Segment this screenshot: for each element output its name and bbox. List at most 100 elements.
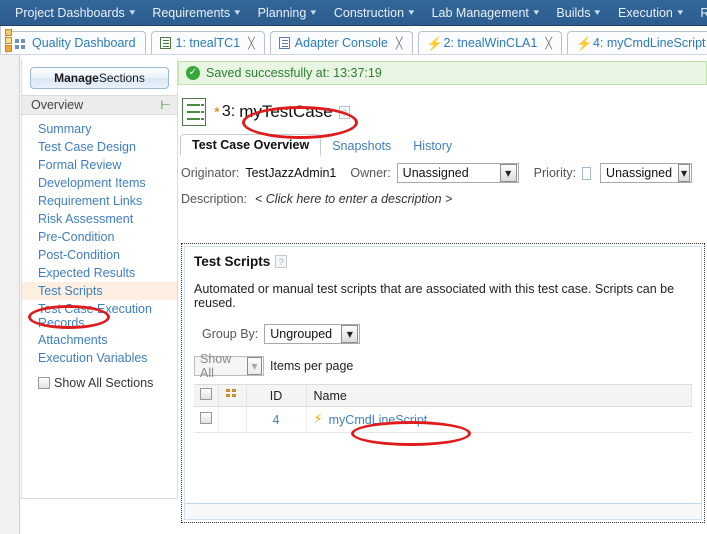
manage-sections-rest-label: Sections	[98, 71, 145, 85]
tab-label: 4: myCmdLineScript	[592, 36, 706, 50]
manage-sections-button[interactable]: Manage Sections	[30, 67, 169, 89]
sidebar-item-test-case-execution-records[interactable]: Test Case Execution Records	[22, 300, 177, 331]
tab-history[interactable]: History	[402, 136, 463, 156]
top-navigation-bar: Project Dashboards ▾ Requirements ▾ Plan…	[0, 0, 707, 26]
select-all-checkbox[interactable]	[199, 388, 212, 400]
originator-label: Originator:	[181, 166, 240, 180]
subtab-label: History	[413, 139, 453, 153]
row-checkbox[interactable]	[199, 412, 212, 424]
table-header-id-label: ID	[269, 388, 283, 403]
table-header-id[interactable]: ID	[246, 384, 307, 407]
sidebar-item-requirement-links[interactable]: Requirement Links	[22, 192, 177, 210]
sidebar-item-label: Post-Condition	[38, 248, 120, 262]
tab-strip-launcher[interactable]	[0, 26, 12, 54]
topnav-label: Project Dashboards	[15, 5, 125, 20]
topnav-item-lab-management[interactable]: Lab Management ▾	[423, 6, 548, 20]
sidebar-item-post-condition[interactable]: Post-Condition	[22, 246, 177, 264]
lightning-bolt-icon: ⚡	[575, 35, 593, 51]
column-chooser-icon	[225, 388, 239, 401]
group-by-select[interactable]: Ungrouped ▼	[264, 324, 361, 344]
test-scripts-panel: Test Scripts ? Automated or manual test …	[181, 243, 705, 523]
main-content: ✓ Saved successfully at: 13:37:19 * 3: m…	[178, 55, 707, 534]
lightning-bolt-icon: ⚡	[426, 35, 443, 51]
test-scripts-description: Automated or manual test scripts that ar…	[194, 282, 675, 310]
row-select-cell[interactable]	[194, 406, 219, 433]
tab-tnealtc1[interactable]: 1: tnealTC1 ╳	[150, 31, 265, 54]
topnav-item-planning[interactable]: Planning ▾	[249, 6, 325, 20]
sidebar-item-label: Formal Review	[38, 158, 122, 172]
description-placeholder[interactable]: < Click here to enter a description >	[255, 192, 452, 206]
close-icon[interactable]: ╳	[396, 37, 403, 50]
tab-label: Adapter Console	[294, 36, 388, 50]
close-icon[interactable]: ╳	[248, 37, 255, 50]
sidebar-section-header-label: Overview	[31, 98, 84, 112]
items-per-page-row: Show All ▼ Items per page	[185, 344, 701, 380]
row-id-cell[interactable]: 4	[246, 406, 307, 433]
sidebar-item-summary[interactable]: Summary	[22, 120, 177, 138]
description-label: Description:	[181, 192, 247, 206]
table-row[interactable]: 4 ⚡ myCmdLineScript	[194, 406, 692, 433]
sidebar-item-execution-variables[interactable]: Execution Variables	[22, 349, 177, 367]
tab-adapter-console[interactable]: Adapter Console ╳	[269, 31, 413, 54]
owner-select[interactable]: Unassigned ▼	[396, 163, 519, 183]
topnav-item-project-dashboards[interactable]: Project Dashboards ▾	[6, 6, 143, 20]
table-header-row: ID Name	[194, 384, 692, 407]
sidebar-item-label: Test Case Design	[38, 140, 136, 154]
sidebar-item-label: Expected Results	[38, 266, 136, 280]
tab-mycmdlinescript[interactable]: ⚡ 4: myCmdLineScript	[566, 31, 707, 54]
topnav-item-reports[interactable]: Reports ▾	[691, 6, 707, 20]
tab-quality-dashboard[interactable]: Quality Dashboard	[6, 31, 146, 54]
show-all-sections-label: Show All Sections	[54, 376, 154, 390]
pin-icon[interactable]: ⊢	[161, 98, 172, 112]
help-question-icon[interactable]: ?	[275, 255, 288, 268]
close-icon[interactable]: ╳	[545, 37, 552, 50]
page-title[interactable]: myTestCase	[239, 102, 333, 122]
sidebar-item-attachments[interactable]: Attachments	[22, 331, 177, 349]
launcher-square-icon	[5, 37, 12, 44]
show-all-sections-checkbox[interactable]	[38, 377, 50, 389]
sidebar-item-label: Summary	[38, 122, 92, 136]
sidebar-item-label: Test Scripts	[38, 284, 103, 298]
manage-sections-bold-label: Manage	[54, 71, 99, 85]
sidebar-section-header[interactable]: Overview ⊢	[22, 95, 177, 115]
application-window: Project Dashboards ▾ Requirements ▾ Plan…	[0, 0, 707, 534]
topnav-item-execution[interactable]: Execution ▾	[609, 6, 691, 20]
table-header-select-all[interactable]	[194, 384, 219, 407]
unsaved-changes-marker: *	[214, 103, 220, 121]
topnav-item-requirements[interactable]: Requirements ▾	[143, 6, 248, 20]
tab-snapshots[interactable]: Snapshots	[321, 136, 402, 156]
table-header-column-chooser[interactable]	[218, 384, 247, 407]
table-header-name[interactable]: Name	[306, 384, 692, 407]
originator-value: TestJazzAdmin1	[245, 166, 337, 180]
row-type-cell	[218, 406, 247, 433]
script-name-link[interactable]: myCmdLineScript	[329, 413, 428, 427]
sidebar-item-label: Test Case Execution Records	[38, 302, 152, 330]
topnav-label: Execution	[617, 5, 673, 20]
sidebar-item-test-scripts[interactable]: Test Scripts	[22, 282, 177, 300]
overview-tab-bar: Test Case Overview Snapshots History	[178, 134, 707, 157]
dashboard-grid-icon	[15, 37, 27, 50]
sidebar-item-test-case-design[interactable]: Test Case Design	[22, 138, 177, 156]
tab-test-case-overview[interactable]: Test Case Overview	[180, 134, 322, 156]
show-all-sections-row[interactable]: Show All Sections	[22, 367, 177, 390]
items-per-page-label: Items per page	[270, 359, 354, 373]
chevron-down-icon: ▾	[594, 7, 601, 17]
show-all-select[interactable]: Show All ▼	[194, 352, 264, 380]
priority-select[interactable]: Unassigned ▼	[600, 163, 693, 183]
topnav-item-construction[interactable]: Construction ▾	[325, 6, 423, 20]
page-title-row: * 3: myTestCase ?	[178, 95, 707, 129]
sidebar-item-pre-condition[interactable]: Pre-Condition	[22, 228, 177, 246]
sidebar-item-risk-assessment[interactable]: Risk Assessment	[22, 210, 177, 228]
sidebar-item-label: Execution Variables	[38, 351, 148, 365]
tab-tnealwincla1[interactable]: ⚡ 2: tnealWinCLA1 ╳	[417, 31, 562, 54]
status-message: Saved successfully at: 13:37:19	[206, 66, 382, 80]
topnav-item-builds[interactable]: Builds ▾	[547, 6, 609, 20]
sidebar-item-development-items[interactable]: Development Items	[22, 174, 177, 192]
sidebar-item-expected-results[interactable]: Expected Results	[22, 264, 177, 282]
description-row: Description: < Click here to enter a des…	[178, 192, 707, 206]
chevron-down-icon: ▾	[129, 7, 135, 17]
test-scripts-table: ID Name 4 ⚡ myCmdLineScript	[194, 384, 692, 433]
sidebar-item-formal-review[interactable]: Formal Review	[22, 156, 177, 174]
metadata-row: Originator: TestJazzAdmin1 Owner: Unassi…	[178, 163, 707, 183]
group-by-value: Ungrouped	[270, 327, 333, 341]
